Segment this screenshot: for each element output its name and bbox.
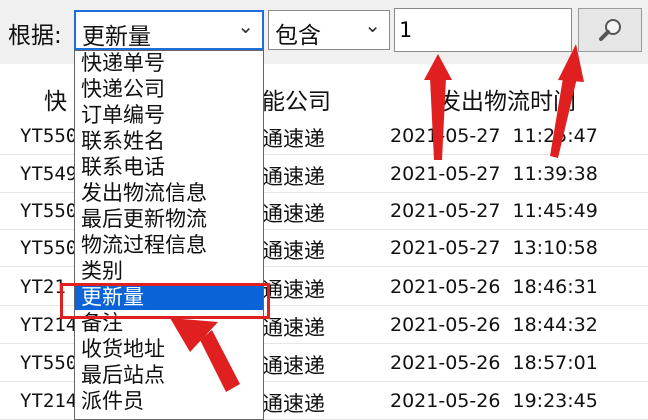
operator-select-value: 包含 [275, 23, 321, 49]
tracking-cell[interactable]: YT550 [20, 352, 77, 374]
dropdown-option[interactable]: 派件员 [75, 389, 263, 414]
dropdown-option[interactable]: 物流过程信息 [75, 233, 263, 258]
company-cell[interactable]: 通速递 [262, 235, 325, 265]
dropdown-option[interactable]: 收货地址 [75, 337, 263, 362]
magnifier-icon [599, 19, 621, 41]
ship-time-cell[interactable]: 2021-05-27 11:45:49 [390, 200, 598, 222]
column-header-company[interactable]: 能公司 [262, 82, 331, 116]
search-input[interactable] [394, 8, 572, 52]
dropdown-option[interactable]: 订单编号 [75, 103, 263, 128]
field-select[interactable]: 更新量 ⌄ [74, 10, 264, 50]
ship-time-cell[interactable]: 2021-05-27 11:39:38 [390, 163, 598, 185]
company-cell[interactable]: 通速递 [262, 312, 325, 342]
company-cell[interactable]: 通速递 [262, 123, 325, 153]
ship-time-cell[interactable]: 2021-05-26 18:46:31 [390, 276, 598, 298]
tracking-cell[interactable]: YT214 [20, 390, 77, 412]
field-dropdown-list[interactable]: 快递单号 快递公司 订单编号 联系姓名 联系电话 发出物流信息 最后更新物流 物流过程信息 类别… [74, 50, 264, 420]
ship-time-cell[interactable]: 2021-05-27 13:10:58 [390, 237, 598, 259]
company-cell[interactable]: 通速递 [262, 274, 325, 304]
ship-time-cell[interactable]: 2021-05-26 19:23:45 [390, 390, 598, 412]
column-header-tracking[interactable]: 快 [44, 82, 67, 116]
highlight-box [60, 283, 270, 319]
company-cell[interactable]: 通速递 [262, 388, 325, 418]
dropdown-option[interactable]: 快递公司 [75, 77, 263, 102]
column-header-ship-time[interactable]: 发出物流时间 [438, 82, 576, 116]
dropdown-option[interactable]: 最后更新物流 [75, 207, 263, 232]
dropdown-option[interactable]: 类别 [75, 259, 263, 284]
tracking-cell[interactable]: YT550 [20, 125, 77, 147]
ship-time-cell[interactable]: 2021-05-27 11:25:47 [390, 125, 598, 147]
tracking-cell[interactable]: YT21 [20, 276, 66, 298]
company-cell[interactable]: 通速递 [262, 350, 325, 380]
company-cell[interactable]: 通速递 [262, 198, 325, 228]
ship-time-cell[interactable]: 2021-05-26 18:57:01 [390, 352, 598, 374]
ship-time-cell[interactable]: 2021-05-26 18:44:32 [390, 314, 598, 336]
filter-by-label: 根据: [8, 23, 62, 49]
dropdown-option[interactable]: 联系姓名 [75, 129, 263, 154]
field-select-value: 更新量 [82, 24, 151, 50]
search-button[interactable] [578, 8, 642, 52]
dropdown-option[interactable]: 联系电话 [75, 155, 263, 180]
chevron-down-icon[interactable]: ⌄ [237, 14, 254, 38]
dropdown-option[interactable]: 发出物流信息 [75, 181, 263, 206]
dropdown-option[interactable]: 最后站点 [75, 363, 263, 388]
tracking-cell[interactable]: YT549 [20, 163, 77, 185]
company-cell[interactable]: 通速递 [262, 161, 325, 191]
chevron-down-icon[interactable]: ⌄ [364, 13, 381, 37]
tracking-cell[interactable]: YT550 [20, 237, 77, 259]
operator-select[interactable]: 包含 ⌄ [268, 10, 390, 50]
tracking-cell[interactable]: YT550 [20, 200, 77, 222]
dropdown-option[interactable]: 快递单号 [75, 51, 263, 76]
